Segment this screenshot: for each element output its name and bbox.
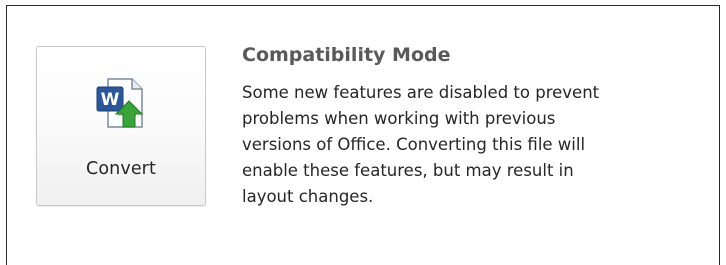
description-line: Some new features are disabled to preven… (242, 83, 600, 102)
word-convert-icon: W (96, 78, 144, 128)
description-line: versions of Office. Converting this file… (242, 135, 586, 154)
svg-text:W: W (101, 90, 120, 110)
convert-button[interactable]: W Convert (36, 46, 206, 206)
compatibility-mode-description: Some new features are disabled to preven… (242, 80, 702, 210)
description-line: enable these features, but may result in (242, 161, 574, 180)
convert-button-label: Convert (86, 159, 156, 179)
compatibility-mode-title: Compatibility Mode (242, 44, 451, 66)
description-line: problems when working with previous (242, 109, 556, 128)
description-line: layout changes. (242, 187, 374, 206)
